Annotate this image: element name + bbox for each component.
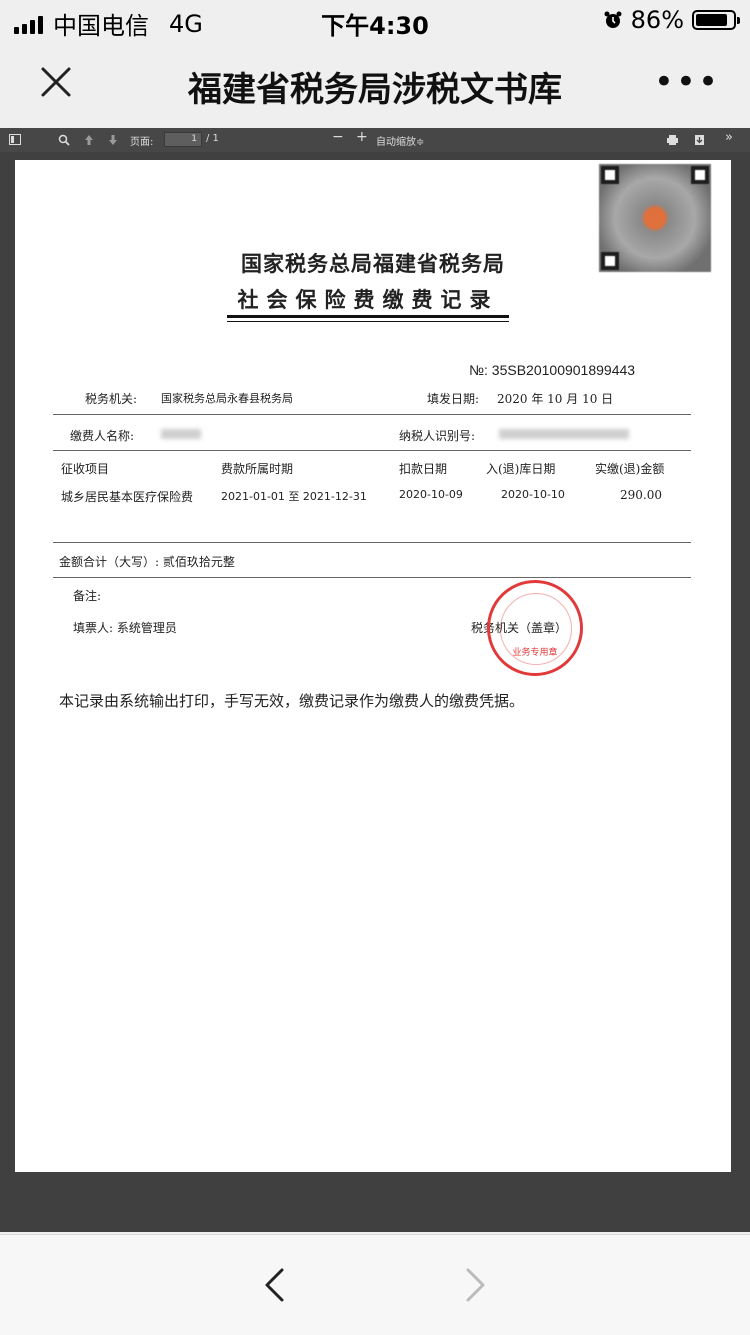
cell-item: 城乡居民基本医疗保险费 — [61, 490, 194, 504]
tax-office-value: 国家税务总局永春县税务局 — [161, 392, 293, 405]
document-subtitle: 社会保险费缴费记录 — [237, 288, 499, 312]
status-bar: 中国电信 4G 下午4:30 86% — [0, 0, 750, 42]
issuer-label: 填票人: 系统管理员 — [73, 621, 177, 635]
remark-label: 备注: — [73, 589, 102, 603]
page-label: 页面: — [130, 137, 154, 148]
zoom-out-button[interactable]: − — [332, 129, 344, 145]
document-number: №: 35SB20100901899443 — [469, 362, 636, 378]
next-page-icon[interactable] — [108, 134, 118, 146]
battery-percent: 86% — [630, 6, 684, 34]
status-right: 86% — [603, 6, 740, 34]
issue-date-value: 2020 年 10 月 10 日 — [497, 392, 614, 406]
official-stamp: 业务专用章 — [487, 580, 583, 676]
cell-period: 2021-01-01 至 2021-12-31 — [221, 490, 367, 503]
divider — [53, 450, 691, 451]
title-underline-thin — [227, 321, 509, 322]
nav-bar: 福建省税务局涉税文书库 ••• — [0, 42, 750, 128]
zoom-select[interactable]: 自动缩放≑ — [376, 133, 424, 148]
print-icon[interactable] — [666, 134, 679, 146]
pdf-page: 国家税务总局福建省税务局 社会保险费缴费记录 №: 35SB2010090189… — [15, 160, 731, 1172]
taxpayer-id-label: 纳税人识别号: — [399, 429, 476, 443]
forward-arrow-icon[interactable] — [464, 1267, 488, 1303]
cell-deduct-date: 2020-10-09 — [399, 488, 463, 501]
zoom-in-button[interactable]: + — [356, 129, 368, 145]
stamp-text: 业务专用章 — [512, 648, 558, 658]
payer-name-label: 缴费人名称: — [70, 429, 135, 443]
pdf-viewer[interactable]: 国家税务总局福建省税务局 社会保险费缴费记录 №: 35SB2010090189… — [0, 152, 750, 1232]
col-header-storage-date: 入(退)库日期 — [486, 462, 556, 476]
prev-page-icon[interactable] — [84, 134, 94, 146]
col-header-deduct-date: 扣款日期 — [399, 462, 448, 476]
page-number-input[interactable]: 1 — [164, 132, 202, 147]
divider — [53, 542, 691, 543]
download-icon[interactable] — [694, 134, 705, 146]
battery-icon — [692, 10, 740, 30]
col-header-period: 费款所属时期 — [221, 462, 294, 476]
taxpayer-id-redacted — [499, 429, 629, 439]
footer-note: 本记录由系统输出打印，手写无效，缴费记录作为缴费人的缴费凭据。 — [59, 692, 525, 710]
cell-amount: 290.00 — [620, 488, 662, 502]
divider — [53, 414, 691, 415]
back-arrow-icon[interactable] — [262, 1267, 286, 1303]
cell-storage-date: 2020-10-10 — [501, 488, 565, 501]
payer-name-redacted — [161, 429, 201, 439]
col-header-amount: 实缴(退)金额 — [595, 462, 665, 476]
search-icon[interactable] — [58, 134, 70, 146]
sidebar-toggle-icon[interactable] — [9, 134, 21, 145]
more-button[interactable]: ••• — [654, 62, 720, 102]
more-tools-button[interactable]: » — [725, 130, 733, 145]
document-title: 国家税务总局福建省税务局 — [241, 252, 505, 276]
tax-office-label: 税务机关: — [85, 392, 138, 406]
page-title: 福建省税务局涉税文书库 — [188, 70, 562, 110]
alarm-icon — [604, 11, 622, 28]
page-total: / 1 — [206, 133, 219, 144]
divider — [53, 577, 691, 578]
col-header-item: 征收项目 — [61, 462, 110, 476]
total-amount: 金额合计（大写）: 贰佰玖拾元整 — [59, 555, 235, 569]
issue-date-label: 填发日期: — [427, 392, 480, 406]
bottom-nav-bar — [0, 1234, 750, 1335]
title-underline — [227, 315, 509, 318]
pdf-toolbar: 页面: 1 / 1 − + 自动缩放≑ » — [0, 128, 750, 152]
